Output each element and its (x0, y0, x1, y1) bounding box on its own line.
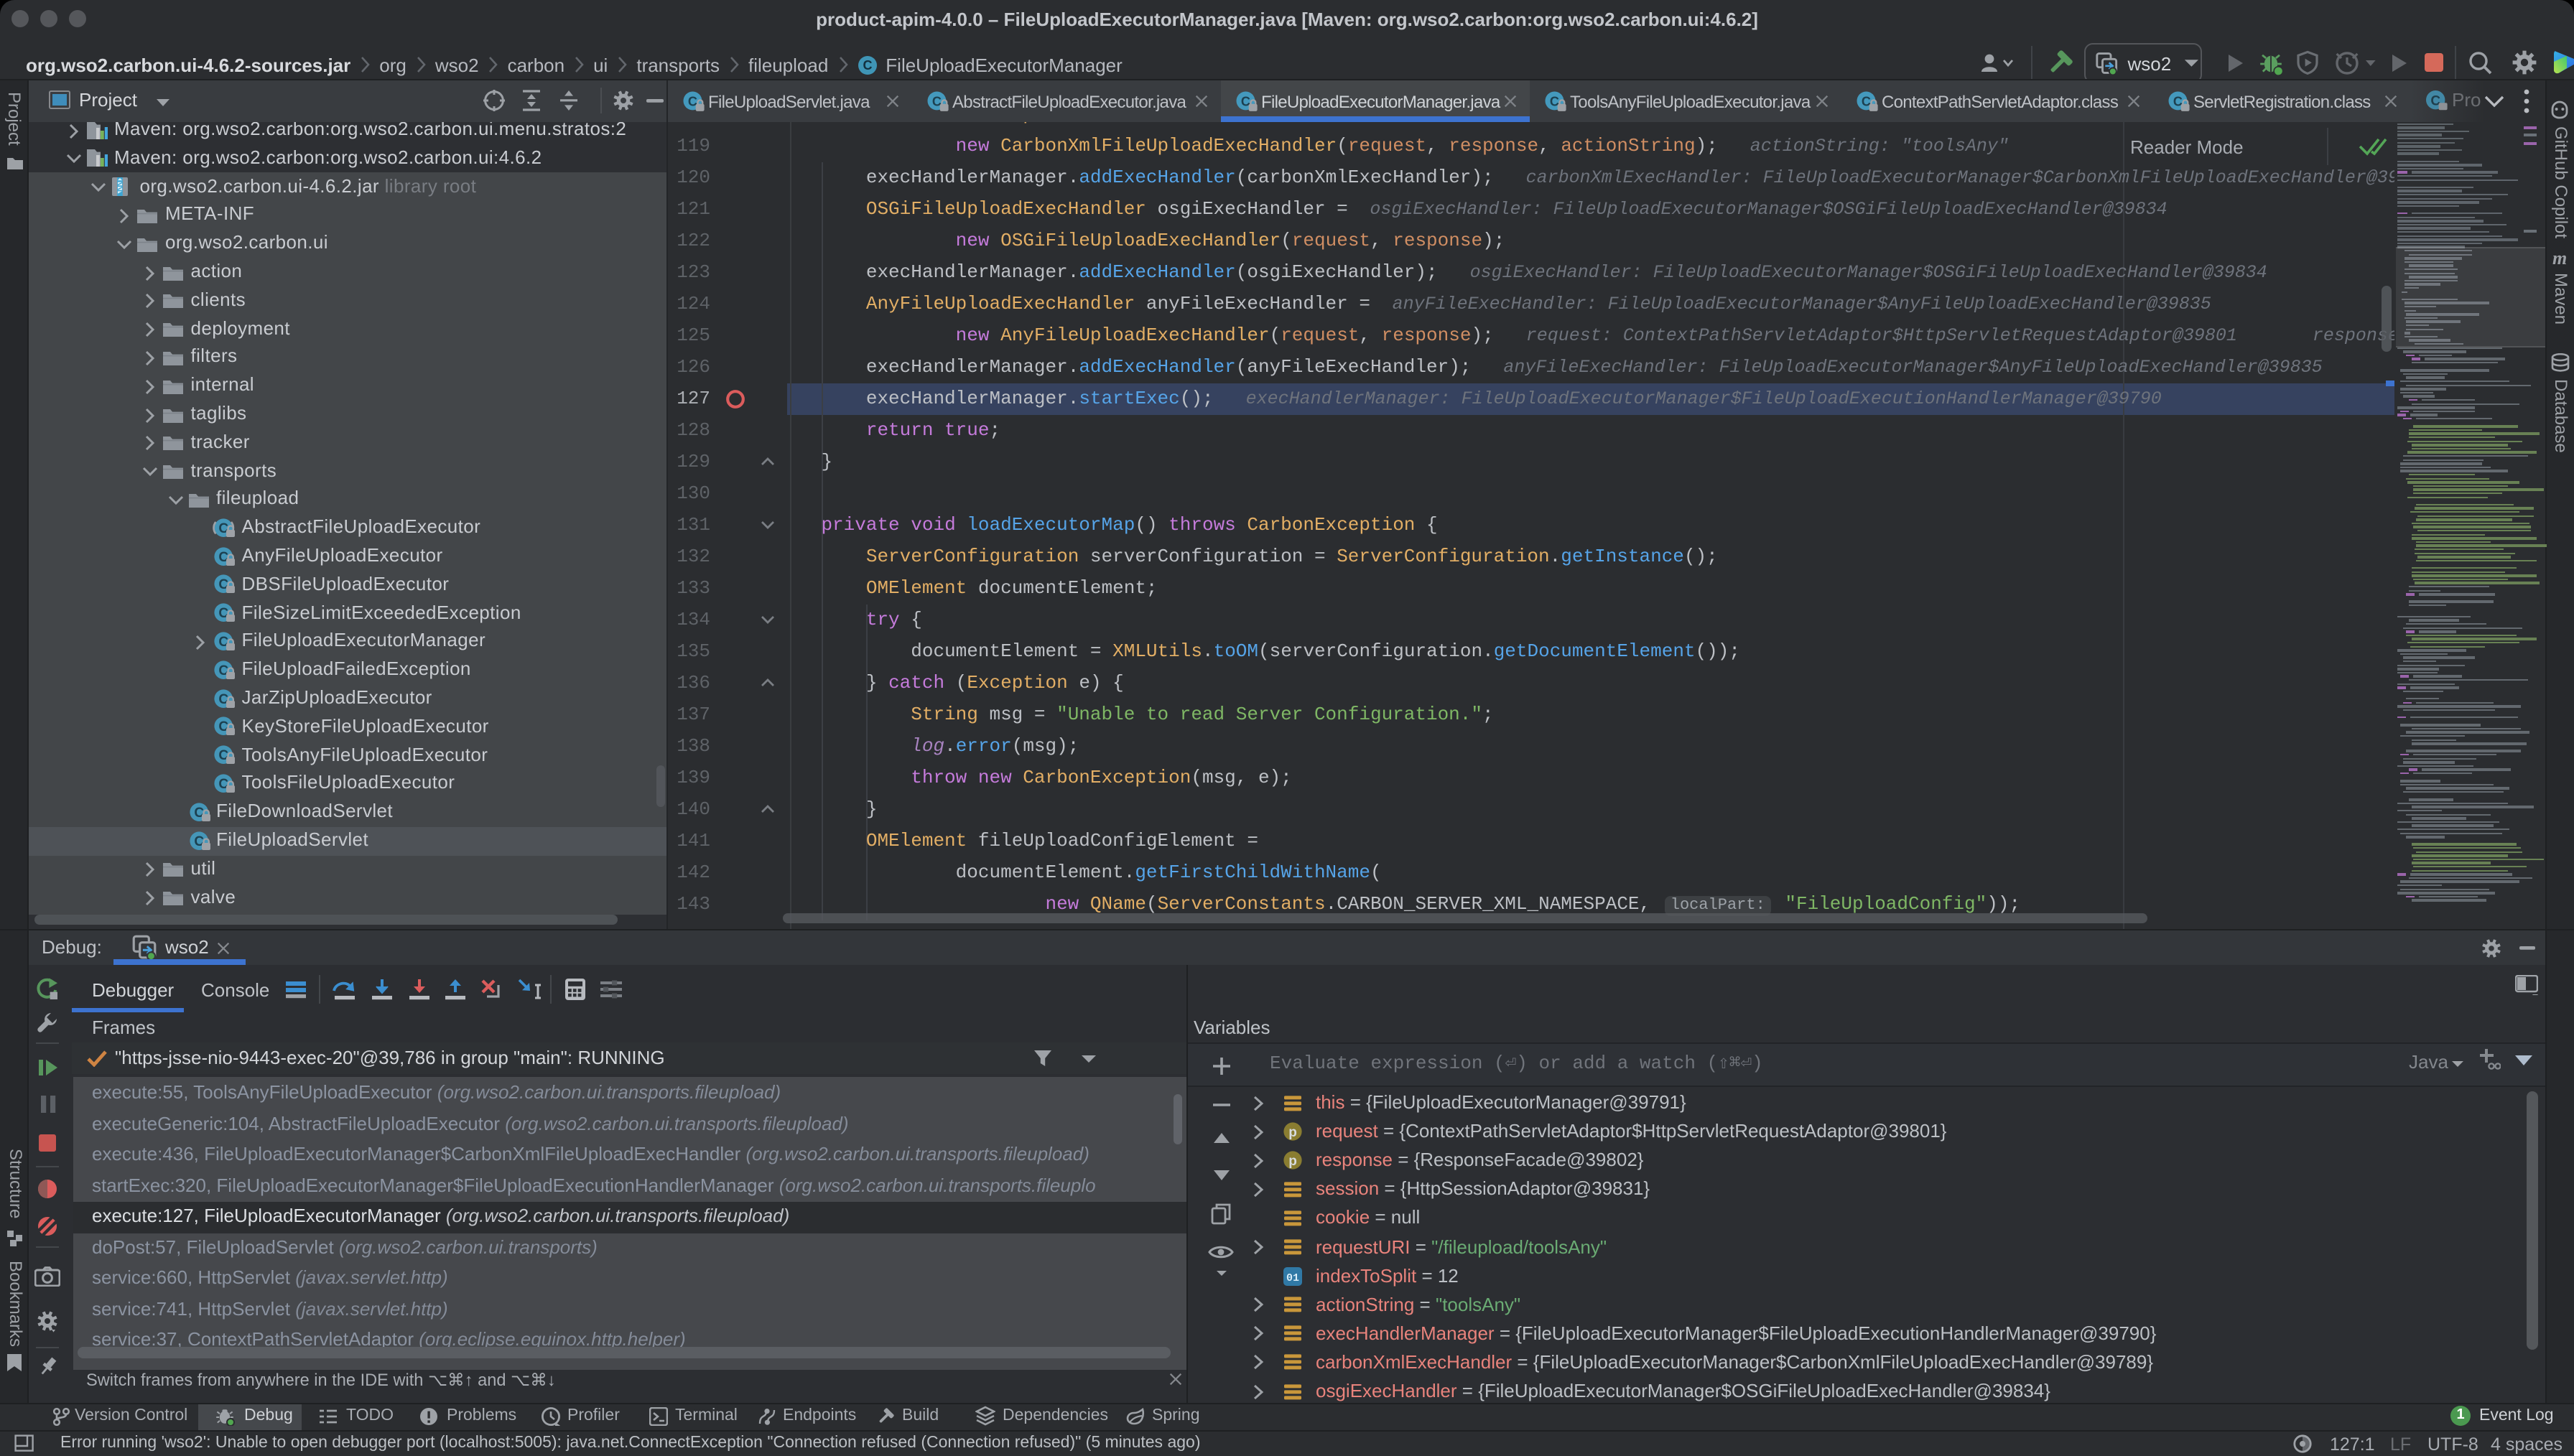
svg-text:01: 01 (1286, 1271, 1299, 1284)
svg-text:p: p (1288, 1154, 1297, 1169)
svg-text:C: C (863, 57, 872, 72)
svg-text:p: p (1288, 1125, 1297, 1140)
